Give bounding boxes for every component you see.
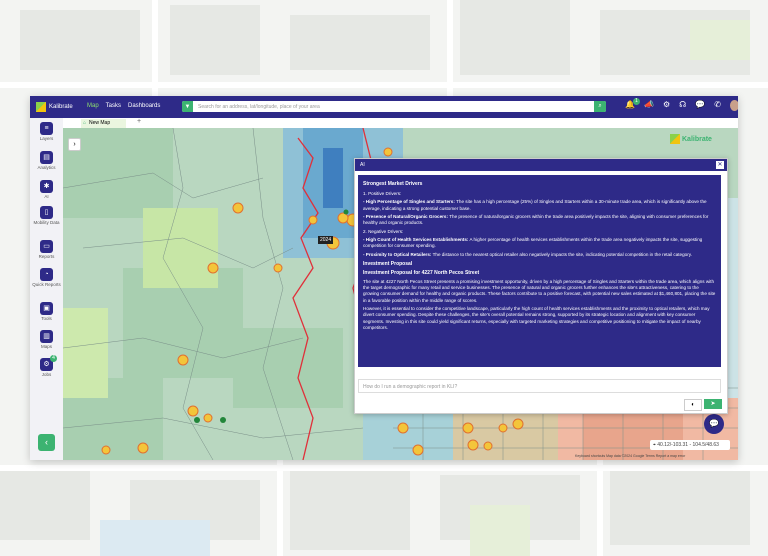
app-window: Kalibrate Map Tasks Dashboards ▼ Search … — [30, 96, 738, 460]
sidebar-item-label: Analytics — [37, 165, 56, 170]
sidebar-item-reports[interactable]: ▭ Reports — [30, 240, 63, 259]
map-brand-text: Kalibrate — [682, 135, 712, 143]
avatar[interactable] — [729, 100, 738, 111]
ai-panel-title: AI — [360, 162, 365, 168]
driver-name: - High Percentage of Singles and Starter… — [363, 199, 455, 205]
sidebar-item-label: Reports — [38, 254, 55, 259]
tab-new-map[interactable]: ⌂ New Map — [81, 119, 126, 128]
sidebar-item-label: AI — [44, 194, 49, 199]
ai-panel-header: AI ✕ — [355, 159, 727, 171]
mobility-icon: ▯ — [40, 206, 53, 219]
ai-panel: AI ✕ Strongest Market Drivers 1. Positiv… — [354, 158, 728, 414]
sidebar-item-label: Tools — [41, 316, 52, 321]
quick-reports-icon: ◔ — [40, 268, 53, 281]
gear-icon[interactable]: ⚙ — [663, 100, 670, 111]
search-bar: ▼ Search for an address, lat/longitude, … — [182, 101, 606, 112]
driver-item: - High Count of Health Services Establis… — [363, 237, 716, 250]
chat-fab-button[interactable]: 💬 — [704, 414, 724, 434]
expand-panel-button[interactable]: › — [68, 138, 81, 151]
maps-icon: ▥ — [40, 330, 53, 343]
nav-dashboards[interactable]: Dashboards — [128, 103, 160, 109]
sidebar-item-ai[interactable]: ✱ AI — [30, 180, 63, 199]
negative-drivers-title: 2. Negative Drivers: — [363, 228, 404, 234]
search-icon[interactable]: ⌕ — [594, 101, 606, 112]
attach-icon[interactable]: ◐ — [684, 399, 702, 411]
sidebar-item-mobility-data[interactable]: ▯ Mobility Data — [30, 206, 63, 225]
ai-response: Strongest Market Drivers 1. Positive Dri… — [358, 175, 721, 367]
nav-tasks[interactable]: Tasks — [106, 103, 121, 109]
home-icon: ⌂ — [83, 120, 87, 126]
driver-name: - High Count of Health Services Establis… — [363, 236, 469, 242]
kalibrate-logo-icon — [36, 102, 46, 112]
driver-name: - Presence of Natural/Organic Grocers: — [363, 213, 449, 219]
sidebar-item-tools[interactable]: ▣ Tools — [30, 302, 63, 321]
top-bar: Kalibrate Map Tasks Dashboards ▼ Search … — [30, 96, 738, 118]
add-tab-button[interactable]: + — [137, 118, 141, 125]
sidebar-item-label: Maps — [40, 344, 52, 349]
coords-text: 40.12/-103.31 - 104.5/48.63 — [657, 442, 719, 448]
layers-icon: ≡ — [40, 122, 53, 135]
ai-question-input[interactable]: How do I run a demographic report in KLI… — [358, 379, 721, 393]
tab-label: New Map — [89, 120, 111, 126]
close-icon[interactable]: ✕ — [716, 161, 724, 169]
jobs-badge: 4 — [50, 355, 57, 362]
sidebar-item-label: Jobs — [41, 372, 52, 377]
filter-icon[interactable]: ▼ — [182, 101, 193, 112]
investment-paragraph: The site at 4227 North Pecos Street pres… — [363, 278, 716, 303]
tools-icon: ▣ — [40, 302, 53, 315]
sidebar-item-label: Mobility Data — [33, 220, 60, 225]
investment-heading: Investment Proposal — [363, 260, 413, 267]
response-heading: Strongest Market Drivers — [363, 181, 423, 187]
notification-icon[interactable]: 🔔 1 — [625, 98, 640, 111]
nav-map[interactable]: Map — [87, 103, 99, 109]
notification-badge: 1 — [632, 98, 640, 105]
sidebar-item-maps[interactable]: ▥ Maps — [30, 330, 63, 349]
sidebar: ≡ Layers ▤ Analytics ✱ AI ▯ Mobility Dat… — [30, 118, 64, 460]
driver-item: - Presence of Natural/Organic Grocers: T… — [363, 214, 716, 227]
sidebar-item-quick-reports[interactable]: ◔ Quick Reports — [30, 268, 63, 287]
driver-text: The distance to the nearest optical reta… — [431, 251, 692, 257]
send-button[interactable]: ➤ — [704, 399, 722, 409]
map-brand: Kalibrate — [670, 134, 712, 144]
investment-paragraph: However, it is essential to consider the… — [363, 305, 710, 330]
app-brand: Kalibrate — [49, 104, 73, 110]
sidebar-item-jobs[interactable]: ⚙ 4 Jobs — [30, 355, 63, 377]
investment-subheading: Investment Proposal for 4227 North Pecos… — [363, 269, 480, 276]
driver-item: - High Percentage of Singles and Starter… — [363, 199, 716, 212]
app-logo[interactable]: Kalibrate — [36, 101, 73, 113]
sidebar-item-label: Quick Reports — [32, 282, 61, 287]
sidebar-item-label: Layers — [39, 136, 54, 141]
sidebar-item-layers[interactable]: ≡ Layers — [30, 122, 63, 141]
support-icon[interactable]: ☊ — [679, 100, 686, 111]
coordinates-readout: ⌖ 40.12/-103.31 - 104.5/48.63 — [650, 440, 730, 450]
phone-icon[interactable]: ✆ — [714, 100, 721, 111]
driver-name: - Proximity to Optical Retailers: — [363, 251, 432, 257]
kalibrate-logo-icon — [670, 134, 680, 144]
sidebar-item-analytics[interactable]: ▤ Analytics — [30, 151, 63, 170]
reports-icon: ▭ — [40, 240, 53, 253]
map-attribution: Keyboard shortcuts Map data ©2024 Google… — [575, 454, 686, 458]
toolbar: 🔔 1 📣 ⚙ ☊ 💬 ✆ — [625, 98, 738, 111]
main-nav: Map Tasks Dashboards — [87, 103, 160, 109]
megaphone-icon[interactable]: 📣 — [644, 100, 654, 111]
ai-panel-actions: ◐ ➤ — [684, 399, 722, 411]
driver-item: - Proximity to Optical Retailers: The di… — [363, 252, 716, 258]
search-input[interactable]: Search for an address, lat/longitude, pl… — [198, 104, 594, 110]
positive-drivers-title: 1. Positive Drivers: — [363, 190, 402, 196]
year-label: 2024 — [318, 236, 334, 244]
chat-icon[interactable]: 💬 — [695, 100, 705, 111]
ai-icon: ✱ — [40, 180, 53, 193]
analytics-icon: ▤ — [40, 151, 53, 164]
jobs-icon: ⚙ 4 — [40, 355, 57, 371]
collapse-sidebar-button[interactable]: ‹ — [38, 434, 55, 451]
